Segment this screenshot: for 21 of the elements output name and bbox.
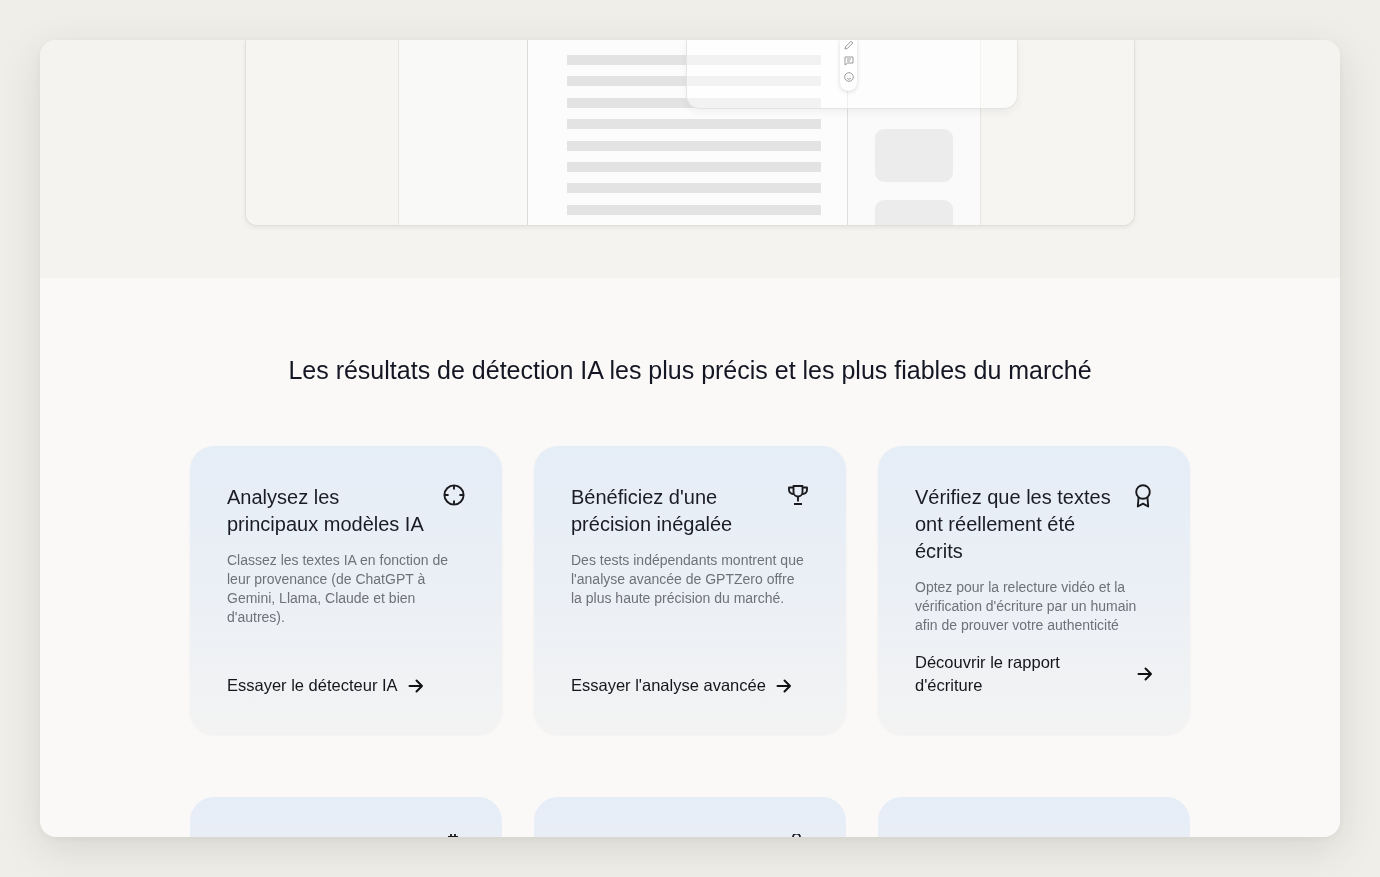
- smiley-icon[interactable]: [843, 72, 854, 82]
- card-title: Bénéficiez d'une précision inégalée: [571, 485, 734, 537]
- pencil-icon[interactable]: [843, 40, 854, 50]
- arrow-right-icon: [775, 678, 792, 693]
- card-description: Classez les textes IA en fonction de leur provenance (de ChatGPT à Gemini, Llama, Claude et bien d'autres).: [227, 551, 449, 627]
- card-link[interactable]: Essayer l'analyse avancée: [571, 658, 792, 697]
- partial-icon: [792, 834, 801, 837]
- comment-icon[interactable]: [843, 56, 854, 66]
- card-title: Analysez les principaux modèles IA: [227, 485, 425, 537]
- card-link[interactable]: Essayer le détecteur IA: [227, 658, 424, 697]
- card-link[interactable]: Découvrir le rapport d'écriture: [915, 635, 1153, 697]
- trophy-icon: [787, 484, 809, 506]
- arrow-right-icon: [407, 678, 424, 693]
- arrow-right-icon: [1137, 667, 1153, 681]
- award-ribbon-icon: [1133, 484, 1153, 508]
- card-description: Des tests indépendants montrent que l'analyse avancée de GPTZero offre la plus haute précision du marché.: [571, 551, 805, 608]
- section-heading: Les résultats de détection IA les plus précis et les plus fiables du marché: [288, 356, 1092, 384]
- partial-icon: [447, 834, 459, 837]
- card-title: Vérifiez que les textes ont réellement été écrits: [915, 485, 1112, 564]
- crosshair-icon: [443, 484, 465, 506]
- card-description: Optez pour la relecture vidéo et la vérification d'écriture par un humain afin de prouver votre authenticité: [915, 578, 1138, 635]
